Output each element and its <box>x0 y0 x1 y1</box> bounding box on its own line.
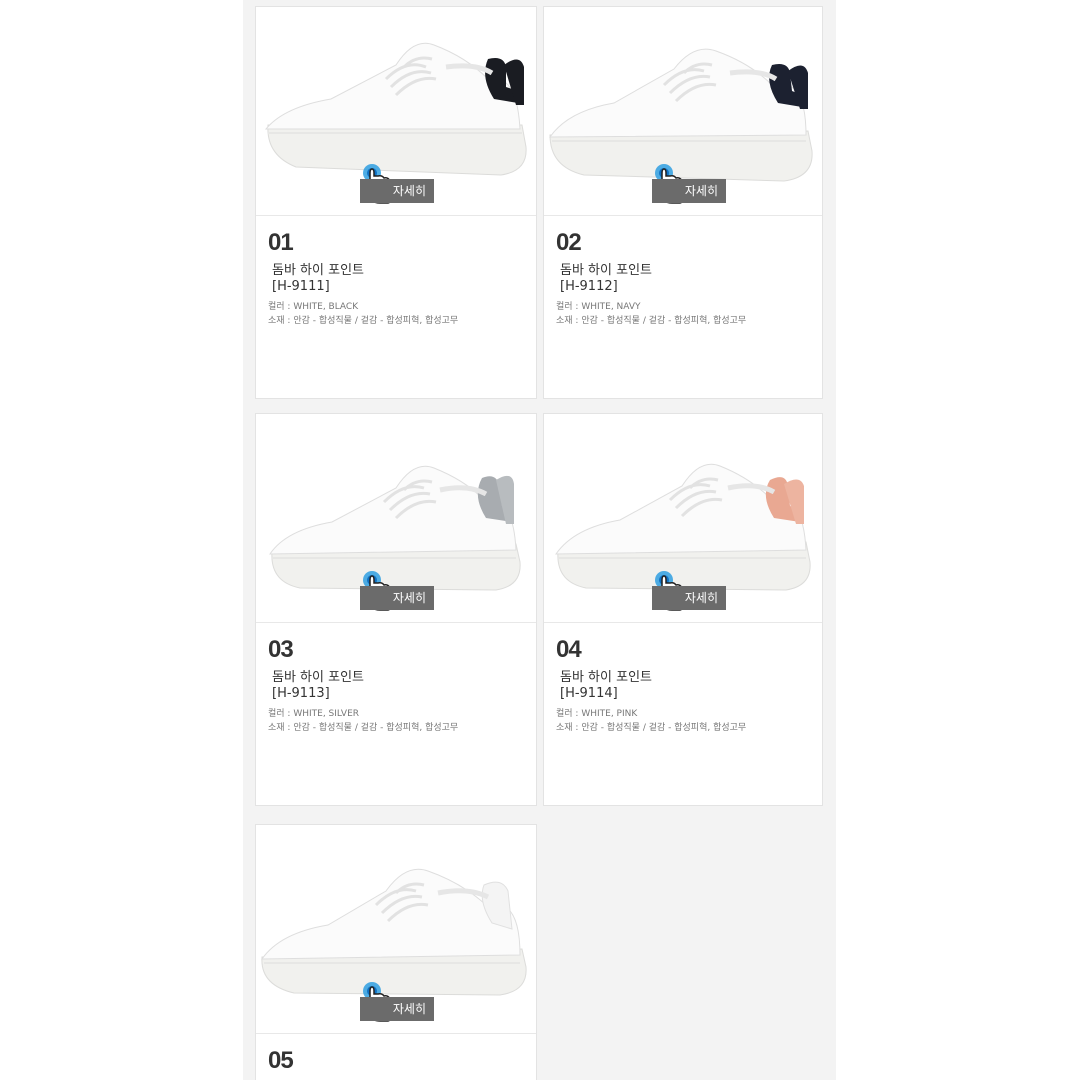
product-image[interactable]: 자세히 <box>544 414 822 623</box>
product-card[interactable]: 자세히 03 돔바 하이 포인트 [H-9113] 컬러 : WHITE, SI… <box>255 413 537 806</box>
product-image[interactable]: 자세히 <box>256 7 536 216</box>
product-code: [H-9112] <box>560 279 618 294</box>
detail-button[interactable]: 자세히 <box>652 586 726 610</box>
product-card[interactable]: 자세히 02 돔바 하이 포인트 [H-9112] 컬러 : WHITE, NA… <box>543 6 823 399</box>
product-color: 컬러 : WHITE, SILVER <box>268 709 360 719</box>
product-code: [H-9111] <box>272 279 330 294</box>
product-name: 돔바 하이 포인트 <box>560 263 652 278</box>
product-card[interactable]: 자세히 01 돔바 하이 포인트 [H-9111] 컬러 : WHITE, BL… <box>255 6 537 399</box>
product-material: 소재 : 안감 - 합성직물 / 겉감 - 합성피혁, 합성고무 <box>556 723 747 733</box>
detail-button[interactable]: 자세히 <box>360 179 434 203</box>
product-name: 돔바 하이 포인트 <box>272 670 364 685</box>
product-number: 04 <box>556 636 582 663</box>
product-color: 컬러 : WHITE, PINK <box>556 709 638 719</box>
product-card[interactable]: 자세히 04 돔바 하이 포인트 [H-9114] 컬러 : WHITE, PI… <box>543 413 823 806</box>
product-card[interactable]: 자세히 05 <box>255 824 537 1080</box>
product-color: 컬러 : WHITE, BLACK <box>268 302 359 312</box>
detail-button[interactable]: 자세히 <box>652 179 726 203</box>
product-code: [H-9113] <box>272 686 330 701</box>
product-number: 05 <box>268 1047 294 1074</box>
product-code: [H-9114] <box>560 686 618 701</box>
product-name: 돔바 하이 포인트 <box>272 263 364 278</box>
detail-button[interactable]: 자세히 <box>360 997 434 1021</box>
product-image[interactable]: 자세히 <box>544 7 822 216</box>
detail-button[interactable]: 자세히 <box>360 586 434 610</box>
product-list-panel: 자세히 01 돔바 하이 포인트 [H-9111] 컬러 : WHITE, BL… <box>243 0 836 1080</box>
product-color: 컬러 : WHITE, NAVY <box>556 302 641 312</box>
product-image[interactable]: 자세히 <box>256 414 536 623</box>
product-name: 돔바 하이 포인트 <box>560 670 652 685</box>
product-image[interactable]: 자세히 <box>256 825 536 1034</box>
product-material: 소재 : 안감 - 합성직물 / 겉감 - 합성피혁, 합성고무 <box>556 316 747 326</box>
product-material: 소재 : 안감 - 합성직물 / 겉감 - 합성피혁, 합성고무 <box>268 316 459 326</box>
product-number: 01 <box>268 229 294 256</box>
product-number: 02 <box>556 229 582 256</box>
product-number: 03 <box>268 636 294 663</box>
product-material: 소재 : 안감 - 합성직물 / 겉감 - 합성피혁, 합성고무 <box>268 723 459 733</box>
